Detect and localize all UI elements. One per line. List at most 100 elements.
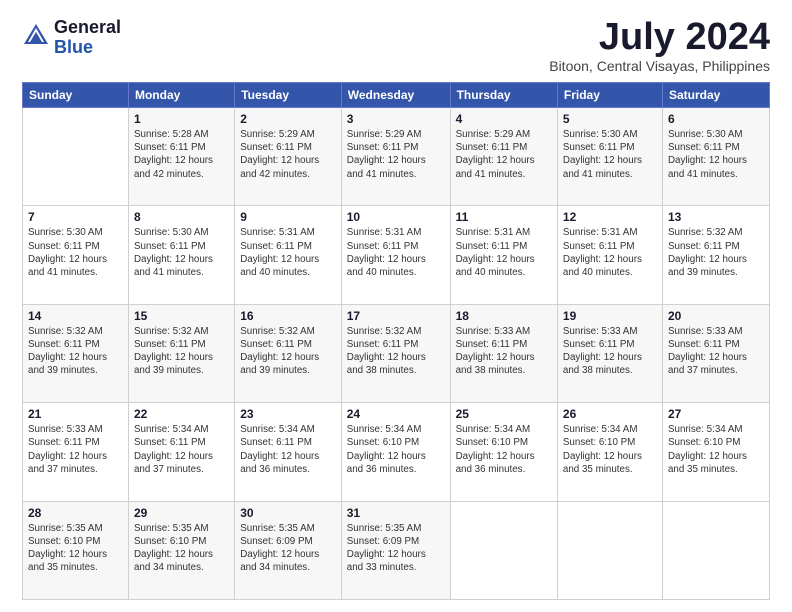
table-row: 13 Sunrise: 5:32 AM Sunset: 6:11 PM Dayli… <box>662 206 769 304</box>
day-number: 13 <box>668 210 764 224</box>
location: Bitoon, Central Visayas, Philippines <box>549 58 770 74</box>
day-info: Sunrise: 5:34 AM Sunset: 6:10 PM Dayligh… <box>563 423 657 476</box>
header-saturday: Saturday <box>662 83 769 108</box>
table-row: 8 Sunrise: 5:30 AM Sunset: 6:11 PM Daylig… <box>128 206 234 304</box>
day-info: Sunrise: 5:29 AM Sunset: 6:11 PM Dayligh… <box>456 128 552 181</box>
day-info: Sunrise: 5:33 AM Sunset: 6:11 PM Dayligh… <box>668 325 764 378</box>
table-row: 4 Sunrise: 5:29 AM Sunset: 6:11 PM Daylig… <box>450 108 557 206</box>
table-row: 27 Sunrise: 5:34 AM Sunset: 6:10 PM Dayli… <box>662 403 769 501</box>
day-number: 20 <box>668 309 764 323</box>
day-info: Sunrise: 5:30 AM Sunset: 6:11 PM Dayligh… <box>28 226 123 279</box>
day-number: 17 <box>347 309 445 323</box>
table-row: 24Sunrise: 5:34 AM Sunset: 6:10 PM Dayli… <box>341 403 450 501</box>
day-info: Sunrise: 5:31 AM Sunset: 6:11 PM Dayligh… <box>456 226 552 279</box>
table-row: 9Sunrise: 5:31 AM Sunset: 6:11 PM Daylig… <box>235 206 342 304</box>
day-number: 30 <box>240 506 336 520</box>
day-info: Sunrise: 5:31 AM Sunset: 6:11 PM Dayligh… <box>347 226 445 279</box>
day-info: Sunrise: 5:35 AM Sunset: 6:09 PM Dayligh… <box>347 522 445 575</box>
table-row: 5 Sunrise: 5:30 AM Sunset: 6:11 PM Daylig… <box>557 108 662 206</box>
day-info: Sunrise: 5:34 AM Sunset: 6:10 PM Dayligh… <box>456 423 552 476</box>
day-info: Sunrise: 5:31 AM Sunset: 6:11 PM Dayligh… <box>240 226 336 279</box>
table-row: 2 Sunrise: 5:29 AM Sunset: 6:11 PM Daylig… <box>235 108 342 206</box>
table-row: 3Sunrise: 5:29 AM Sunset: 6:11 PM Daylig… <box>341 108 450 206</box>
day-number: 28 <box>28 506 123 520</box>
day-info: Sunrise: 5:28 AM Sunset: 6:11 PM Dayligh… <box>134 128 229 181</box>
day-number: 3 <box>347 112 445 126</box>
day-number: 21 <box>28 407 123 421</box>
table-row: 12 Sunrise: 5:31 AM Sunset: 6:11 PM Dayli… <box>557 206 662 304</box>
table-row <box>23 108 129 206</box>
table-row: 14Sunrise: 5:32 AM Sunset: 6:11 PM Dayli… <box>23 304 129 402</box>
table-row: 1 Sunrise: 5:28 AM Sunset: 6:11 PM Daylig… <box>128 108 234 206</box>
day-number: 1 <box>134 112 229 126</box>
day-number: 18 <box>456 309 552 323</box>
day-info: Sunrise: 5:34 AM Sunset: 6:11 PM Dayligh… <box>134 423 229 476</box>
logo-general-text: General <box>54 18 121 38</box>
header-thursday: Thursday <box>450 83 557 108</box>
calendar-week-row: 7 Sunrise: 5:30 AM Sunset: 6:11 PM Daylig… <box>23 206 770 304</box>
day-number: 4 <box>456 112 552 126</box>
table-row: 15Sunrise: 5:32 AM Sunset: 6:11 PM Dayli… <box>128 304 234 402</box>
calendar-table: Sunday Monday Tuesday Wednesday Thursday… <box>22 82 770 600</box>
day-number: 25 <box>456 407 552 421</box>
day-info: Sunrise: 5:33 AM Sunset: 6:11 PM Dayligh… <box>563 325 657 378</box>
day-number: 19 <box>563 309 657 323</box>
weekday-header-row: Sunday Monday Tuesday Wednesday Thursday… <box>23 83 770 108</box>
header-monday: Monday <box>128 83 234 108</box>
header-sunday: Sunday <box>23 83 129 108</box>
table-row: 23 Sunrise: 5:34 AM Sunset: 6:11 PM Dayli… <box>235 403 342 501</box>
day-info: Sunrise: 5:35 AM Sunset: 6:10 PM Dayligh… <box>134 522 229 575</box>
logo-icon <box>22 22 50 50</box>
day-info: Sunrise: 5:29 AM Sunset: 6:11 PM Dayligh… <box>240 128 336 181</box>
table-row: 26Sunrise: 5:34 AM Sunset: 6:10 PM Dayli… <box>557 403 662 501</box>
day-number: 24 <box>347 407 445 421</box>
table-row: 31 Sunrise: 5:35 AM Sunset: 6:09 PM Dayli… <box>341 501 450 599</box>
day-number: 27 <box>668 407 764 421</box>
title-section: July 2024 Bitoon, Central Visayas, Phili… <box>549 18 770 74</box>
day-info: Sunrise: 5:35 AM Sunset: 6:09 PM Dayligh… <box>240 522 336 575</box>
day-info: Sunrise: 5:31 AM Sunset: 6:11 PM Dayligh… <box>563 226 657 279</box>
day-number: 31 <box>347 506 445 520</box>
logo-text: General Blue <box>54 18 121 58</box>
day-info: Sunrise: 5:33 AM Sunset: 6:11 PM Dayligh… <box>456 325 552 378</box>
logo: General Blue <box>22 18 121 58</box>
day-number: 8 <box>134 210 229 224</box>
table-row <box>662 501 769 599</box>
header-friday: Friday <box>557 83 662 108</box>
day-number: 29 <box>134 506 229 520</box>
day-info: Sunrise: 5:30 AM Sunset: 6:11 PM Dayligh… <box>563 128 657 181</box>
day-info: Sunrise: 5:32 AM Sunset: 6:11 PM Dayligh… <box>668 226 764 279</box>
table-row <box>557 501 662 599</box>
page: General Blue July 2024 Bitoon, Central V… <box>0 0 792 612</box>
table-row: 7 Sunrise: 5:30 AM Sunset: 6:11 PM Daylig… <box>23 206 129 304</box>
day-info: Sunrise: 5:34 AM Sunset: 6:10 PM Dayligh… <box>668 423 764 476</box>
table-row: 11 Sunrise: 5:31 AM Sunset: 6:11 PM Dayli… <box>450 206 557 304</box>
table-row: 21Sunrise: 5:33 AM Sunset: 6:11 PM Dayli… <box>23 403 129 501</box>
header: General Blue July 2024 Bitoon, Central V… <box>22 18 770 74</box>
day-info: Sunrise: 5:32 AM Sunset: 6:11 PM Dayligh… <box>28 325 123 378</box>
table-row: 18 Sunrise: 5:33 AM Sunset: 6:11 PM Dayli… <box>450 304 557 402</box>
table-row: 28Sunrise: 5:35 AM Sunset: 6:10 PM Dayli… <box>23 501 129 599</box>
table-row: 30 Sunrise: 5:35 AM Sunset: 6:09 PM Dayli… <box>235 501 342 599</box>
day-number: 10 <box>347 210 445 224</box>
day-number: 12 <box>563 210 657 224</box>
day-number: 5 <box>563 112 657 126</box>
day-number: 7 <box>28 210 123 224</box>
day-info: Sunrise: 5:32 AM Sunset: 6:11 PM Dayligh… <box>134 325 229 378</box>
day-info: Sunrise: 5:30 AM Sunset: 6:11 PM Dayligh… <box>134 226 229 279</box>
day-info: Sunrise: 5:30 AM Sunset: 6:11 PM Dayligh… <box>668 128 764 181</box>
day-number: 2 <box>240 112 336 126</box>
table-row: 20 Sunrise: 5:33 AM Sunset: 6:11 PM Dayli… <box>662 304 769 402</box>
header-tuesday: Tuesday <box>235 83 342 108</box>
table-row <box>450 501 557 599</box>
table-row: 22Sunrise: 5:34 AM Sunset: 6:11 PM Dayli… <box>128 403 234 501</box>
day-info: Sunrise: 5:32 AM Sunset: 6:11 PM Dayligh… <box>347 325 445 378</box>
day-info: Sunrise: 5:34 AM Sunset: 6:11 PM Dayligh… <box>240 423 336 476</box>
day-number: 11 <box>456 210 552 224</box>
day-number: 6 <box>668 112 764 126</box>
day-number: 23 <box>240 407 336 421</box>
calendar-week-row: 14Sunrise: 5:32 AM Sunset: 6:11 PM Dayli… <box>23 304 770 402</box>
day-number: 16 <box>240 309 336 323</box>
day-info: Sunrise: 5:32 AM Sunset: 6:11 PM Dayligh… <box>240 325 336 378</box>
logo-blue-text: Blue <box>54 38 121 58</box>
